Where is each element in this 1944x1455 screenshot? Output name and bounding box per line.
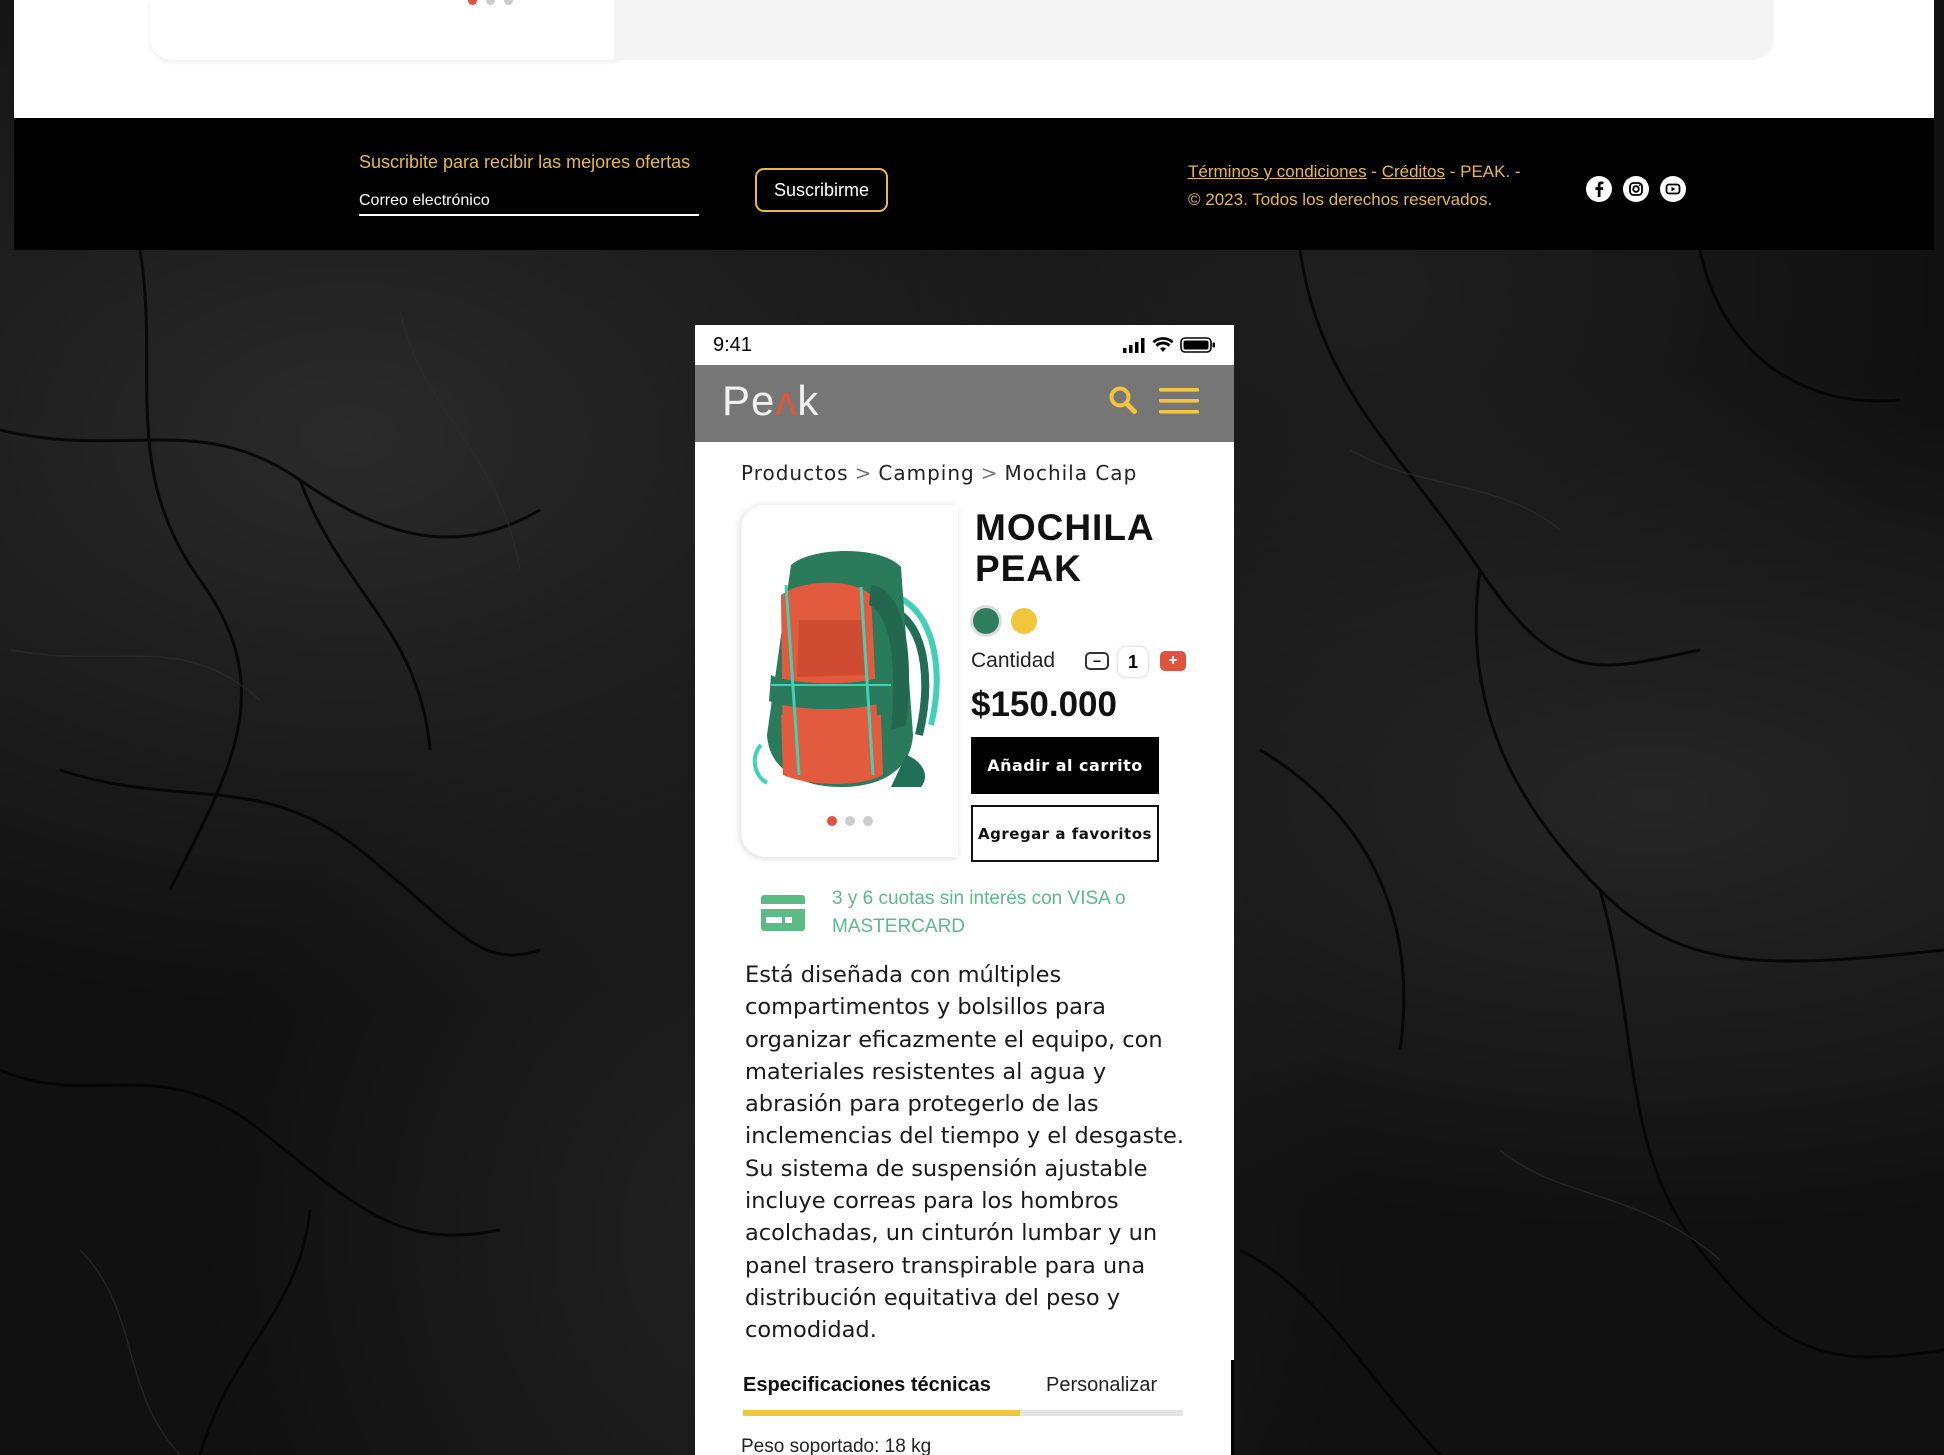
youtube-icon[interactable] [1660, 176, 1686, 202]
breadcrumb-item-current: Mochila Cap [1004, 461, 1138, 485]
product-price: $150.000 [971, 685, 1117, 724]
product-title: MOCHILA PEAK [975, 507, 1154, 589]
carousel-dot[interactable] [486, 0, 495, 5]
status-time: 9:41 [713, 333, 752, 356]
breadcrumb-separator: > [854, 461, 873, 485]
social-links [1586, 176, 1686, 202]
logo-mountain-accent: ʌ [775, 377, 798, 424]
quantity-value[interactable]: 1 [1118, 647, 1148, 677]
carousel-dot-active[interactable] [468, 0, 477, 5]
menu-button[interactable] [1157, 383, 1201, 421]
image-dot[interactable] [863, 816, 873, 826]
backpack-product-image[interactable] [741, 525, 958, 825]
scrollbar[interactable] [1231, 1360, 1234, 1455]
quantity-label: Cantidad [971, 649, 1056, 672]
copyright-text: © 2023. Todos los derechos reservados. [1188, 190, 1493, 209]
minus-icon: − [1092, 653, 1102, 669]
color-swatch-yellow[interactable] [1011, 608, 1037, 634]
breadcrumb: Productos > Camping > Mochila Cap [741, 461, 1137, 485]
terms-link[interactable]: Términos y condiciones [1188, 162, 1367, 181]
plus-icon: + [1168, 652, 1178, 669]
credit-card-icon [761, 895, 805, 931]
image-carousel-dots [827, 816, 873, 826]
add-to-cart-button[interactable]: Añadir al carrito [971, 737, 1159, 794]
add-to-favorites-button[interactable]: Agregar a favoritos [971, 805, 1159, 862]
installments-info: 3 y 6 cuotas sin interés con VISA o MAST… [832, 888, 1126, 937]
desktop-product-info-card [614, 0, 1774, 60]
legal-text: Términos y condiciones - Créditos - PEAK… [1188, 162, 1521, 209]
desktop-product-image-card [150, 0, 630, 60]
quantity-decrease-button[interactable]: − [1085, 652, 1109, 670]
email-field[interactable] [359, 188, 699, 216]
mobile-product-page: 9:41 Peʌk Productos > Camping > Mochila Cap [695, 325, 1234, 1455]
subscribe-label: Suscribite para recibir las mejores ofer… [359, 152, 691, 172]
image-dot[interactable] [845, 816, 855, 826]
desktop-page-section [14, 0, 1934, 118]
image-dot-active[interactable] [827, 816, 837, 826]
tab-indicator-active [743, 1410, 1020, 1416]
search-icon [1109, 386, 1137, 414]
instagram-icon[interactable] [1623, 176, 1649, 202]
breadcrumb-separator: > [980, 461, 999, 485]
quantity-increase-button[interactable]: + [1160, 651, 1186, 671]
status-bar: 9:41 [695, 325, 1234, 365]
peak-logo[interactable]: Peʌk [722, 377, 819, 425]
battery-icon [1180, 337, 1215, 353]
tab-customize[interactable]: Personalizar [1046, 1374, 1157, 1397]
spec-line: Peso soportado: 18 kg [741, 1436, 932, 1455]
tab-indicator-track [743, 1410, 1183, 1416]
subscribe-button[interactable]: Suscribirme [755, 168, 888, 212]
product-image-card [741, 505, 958, 857]
tab-specifications[interactable]: Especificaciones técnicas [743, 1374, 991, 1397]
hamburger-menu-icon [1159, 387, 1199, 414]
signal-icon [1123, 338, 1145, 353]
credits-link[interactable]: Créditos [1382, 162, 1445, 181]
search-button[interactable] [1105, 383, 1141, 419]
color-swatch-green[interactable] [973, 608, 999, 634]
breadcrumb-item-camping[interactable]: Camping [878, 461, 974, 485]
app-navbar: Peʌk [695, 365, 1234, 442]
logo-text-start: Pe [722, 377, 776, 424]
facebook-icon[interactable] [1586, 176, 1612, 202]
carousel-dots [468, 0, 513, 5]
footer: Suscribite para recibir las mejores ofer… [14, 118, 1934, 250]
wifi-icon [1152, 337, 1174, 352]
brand-suffix: - PEAK. - [1445, 162, 1521, 181]
color-options [973, 608, 1037, 634]
logo-text-end: k [797, 377, 820, 424]
status-icons [1122, 336, 1216, 354]
carousel-dot[interactable] [504, 0, 513, 5]
product-description: Está diseñada con múltiples compartiment… [745, 962, 1185, 1344]
breadcrumb-item-productos[interactable]: Productos [741, 461, 849, 485]
